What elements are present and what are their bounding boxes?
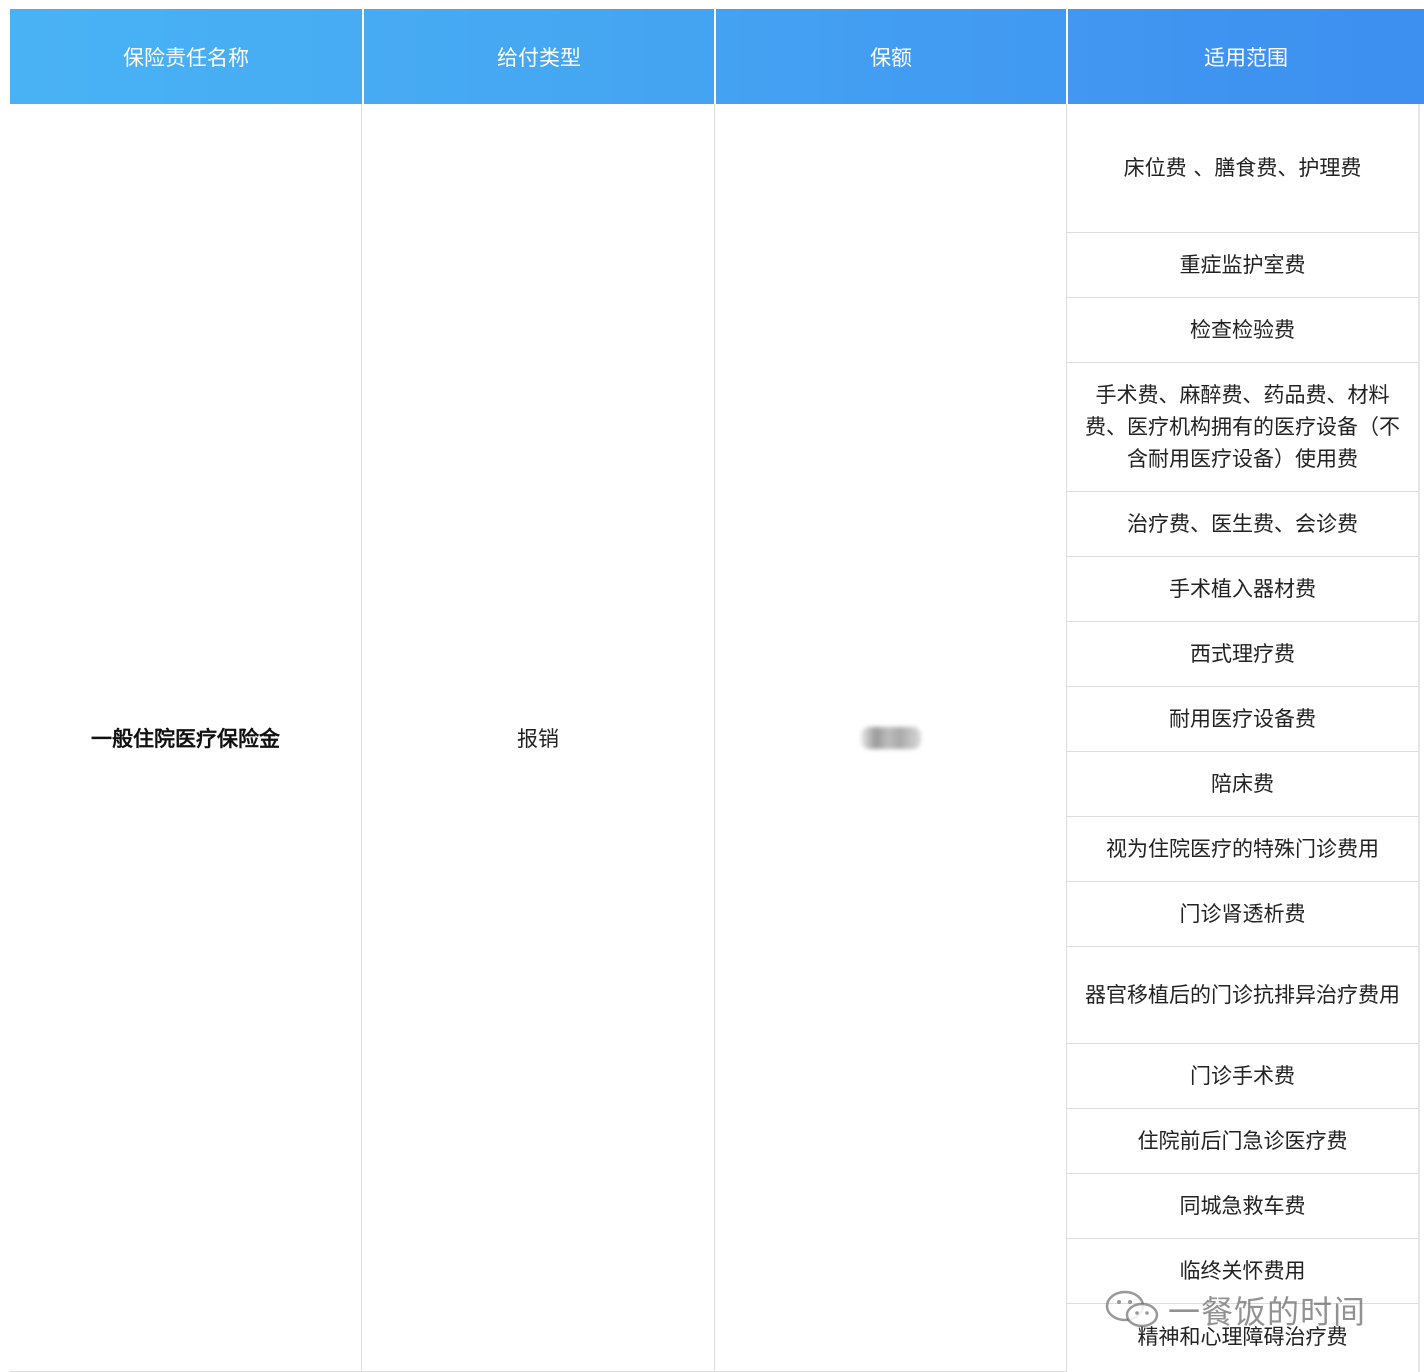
scope-item: 住院前后门急诊医疗费 (1067, 1109, 1418, 1174)
header-pay-type: 给付类型 (362, 9, 714, 104)
table-right-edge (1418, 104, 1420, 1372)
redacted-amount (860, 727, 921, 749)
scope-item: 手术费、麻醉费、药品费、材料费、医疗机构拥有的医疗设备（不含耐用医疗设备）使用费 (1067, 363, 1418, 492)
header-scope: 适用范围 (1066, 9, 1424, 104)
scope-item: 视为住院医疗的特殊门诊费用 (1067, 817, 1418, 882)
insurance-table: 保险责任名称 给付类型 保额 适用范围 一般住院医疗保险金 报销 床位费 、膳食… (10, 9, 1424, 1372)
coverage-amount-cell (715, 104, 1067, 1372)
scope-item: 同城急救车费 (1067, 1174, 1418, 1239)
header-coverage-amount: 保额 (714, 9, 1066, 104)
scope-item: 检查检验费 (1067, 298, 1418, 363)
header-liability-name: 保险责任名称 (10, 9, 362, 104)
wechat-icon (1105, 1290, 1159, 1328)
liability-name-cell: 一般住院医疗保险金 (10, 104, 362, 1372)
scope-item: 治疗费、医生费、会诊费 (1067, 492, 1418, 557)
watermark: 一餐饭的时间 (1104, 1287, 1366, 1333)
scope-item: 重症监护室费 (1067, 233, 1418, 298)
scope-item: 床位费 、膳食费、护理费 (1067, 104, 1418, 233)
scope-item: 耐用医疗设备费 (1067, 687, 1418, 752)
table-header: 保险责任名称 给付类型 保额 适用范围 (10, 9, 1424, 104)
scope-item: 陪床费 (1067, 752, 1418, 817)
table-body: 一般住院医疗保险金 报销 床位费 、膳食费、护理费 重症监护室费 检查检验费 手… (10, 104, 1424, 1372)
scope-item: 器官移植后的门诊抗排异治疗费用 (1067, 947, 1418, 1044)
scope-item: 手术植入器材费 (1067, 557, 1418, 622)
watermark-text: 一餐饭的时间 (1168, 1293, 1367, 1331)
pay-type-cell: 报销 (362, 104, 715, 1372)
scope-column: 床位费 、膳食费、护理费 重症监护室费 检查检验费 手术费、麻醉费、药品费、材料… (1067, 104, 1424, 1372)
scope-item: 门诊手术费 (1067, 1044, 1418, 1109)
scope-item: 西式理疗费 (1067, 622, 1418, 687)
scope-item: 门诊肾透析费 (1067, 882, 1418, 947)
